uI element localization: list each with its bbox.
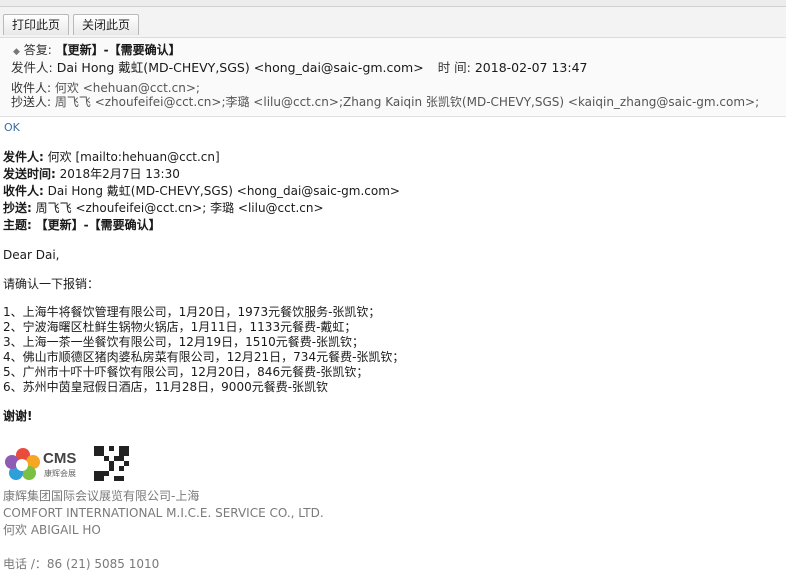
time-value: 2018-02-07 13:47 bbox=[474, 60, 588, 75]
quoted-cc-label: 抄送: bbox=[3, 201, 32, 215]
from-value: Dai Hong 戴虹(MD-CHEVY,SGS) <hong_dai@saic… bbox=[56, 60, 424, 75]
logo-text: CMS bbox=[43, 450, 77, 467]
cc-label: 抄送人: bbox=[11, 95, 52, 109]
from-row: 发件人: Dai Hong 戴虹(MD-CHEVY,SGS) <hong_dai… bbox=[11, 60, 588, 76]
qr-code bbox=[94, 446, 129, 481]
quoted-from-row: 发件人: 何欢 [mailto:hehuan@cct.cn] bbox=[3, 149, 220, 165]
list-item: 1、上海牛将餐饮管理有限公司，1月20日，1973元餐饮服务-张凯钦； bbox=[3, 305, 381, 319]
thanks-text: 谢谢! bbox=[3, 409, 33, 423]
greeting: Dear Dai, bbox=[3, 248, 60, 262]
list-item: 4、佛山市顺德区猪肉婆私房菜有限公司，12月21日，734元餐费-张凯钦； bbox=[3, 350, 405, 364]
list-item: 2、宁波海曙区杜鲜生锅物火锅店，1月11日，1133元餐费-戴虹； bbox=[3, 320, 357, 334]
quoted-cc-value: 周飞飞 <zhoufeifei@cct.cn>; 李璐 <lilu@cct.cn… bbox=[35, 201, 324, 215]
list-item: 3、上海一茶一坐餐饮有限公司，12月19日，1510元餐费-张凯钦； bbox=[3, 335, 365, 349]
request-text: 请确认一下报销： bbox=[3, 277, 100, 291]
print-page-button[interactable]: 打印此页 bbox=[3, 14, 70, 35]
from-label: 发件人: bbox=[11, 60, 53, 75]
subject-label: 答复: bbox=[23, 43, 52, 57]
list-item: 6、苏州中茵皇冠假日酒店，11月28日，9000元餐费-张凯钦 bbox=[3, 380, 329, 394]
quoted-sent-label: 发送时间: bbox=[3, 167, 56, 181]
quoted-to-label: 收件人: bbox=[3, 184, 44, 198]
bullet-icon: ◆ bbox=[13, 47, 20, 57]
quoted-subject-label: 主题: bbox=[3, 218, 32, 232]
browser-tab-strip bbox=[0, 0, 786, 7]
message-header: ◆ 答复: 【更新】-【需要确认】 发件人: Dai Hong 戴虹(MD-CH… bbox=[0, 38, 786, 117]
reply-text: OK bbox=[4, 121, 20, 134]
close-page-button[interactable]: 关闭此页 bbox=[73, 14, 140, 35]
flower-logo-icon bbox=[5, 448, 40, 480]
toolbar: 打印此页 关闭此页 bbox=[0, 0, 786, 38]
qr-code-icon bbox=[94, 446, 129, 481]
quoted-from-label: 发件人: bbox=[3, 150, 44, 164]
subject-row: ◆ 答复: 【更新】-【需要确认】 bbox=[13, 42, 181, 60]
quoted-from-value: 何欢 [mailto:hehuan@cct.cn] bbox=[47, 150, 220, 164]
quoted-to-row: 收件人: Dai Hong 戴虹(MD-CHEVY,SGS) <hong_dai… bbox=[3, 183, 400, 199]
cc-row: 抄送人: 周飞飞 <zhoufeifei@cct.cn>;李璐 <lilu@cc… bbox=[11, 94, 759, 110]
to-label: 收件人: bbox=[11, 81, 52, 95]
to-value: 何欢 <hehuan@cct.cn>; bbox=[54, 81, 200, 95]
quoted-cc-row: 抄送: 周飞飞 <zhoufeifei@cct.cn>; 李璐 <lilu@cc… bbox=[3, 200, 324, 216]
cms-logo: CMS 康辉会展 bbox=[3, 446, 93, 482]
logo-subtext: 康辉会展 bbox=[44, 469, 76, 478]
cc-value: 周飞飞 <zhoufeifei@cct.cn>;李璐 <lilu@cct.cn>… bbox=[54, 95, 760, 109]
signature-name: 何欢 ABIGAIL HO bbox=[3, 523, 101, 537]
company-name-en: COMFORT INTERNATIONAL M.I.C.E. SERVICE C… bbox=[3, 506, 324, 520]
quoted-sent-row: 发送时间: 2018年2月7日 13:30 bbox=[3, 166, 180, 182]
company-name-cn: 康辉集团国际会议展览有限公司-上海 bbox=[3, 489, 200, 503]
time-label: 时 间: bbox=[437, 60, 471, 75]
quoted-subject-value: 【更新】-【需要确认】 bbox=[35, 218, 161, 232]
list-item: 5、广州市十吓十吓餐饮有限公司，12月20日，846元餐费-张凯钦； bbox=[3, 365, 369, 379]
quoted-subject-row: 主题: 【更新】-【需要确认】 bbox=[3, 217, 161, 233]
quoted-to-value: Dai Hong 戴虹(MD-CHEVY,SGS) <hong_dai@saic… bbox=[47, 184, 400, 198]
subject-value: 【更新】-【需要确认】 bbox=[55, 43, 181, 57]
signature-phone: 电话 /：86 (21) 5085 1010 bbox=[3, 557, 160, 571]
quoted-sent-value: 2018年2月7日 13:30 bbox=[59, 167, 180, 181]
